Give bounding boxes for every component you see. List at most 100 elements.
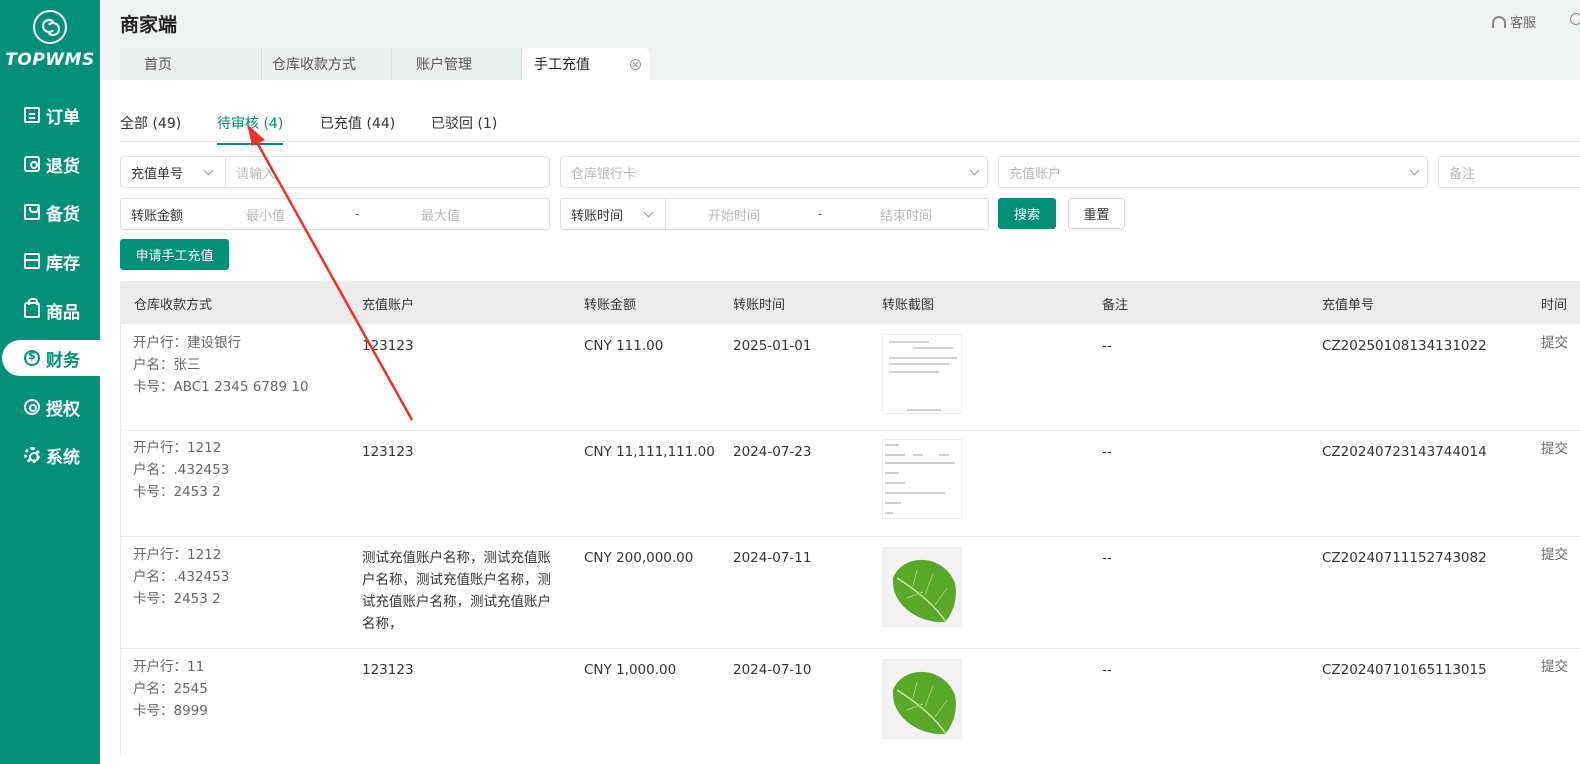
sidebar-item-orders[interactable]: 订单 bbox=[0, 97, 100, 133]
card-number: 卡号：ABC1 2345 6789 10 bbox=[133, 379, 309, 395]
tab-home[interactable]: 首页 bbox=[120, 48, 262, 80]
column-header: 备注 bbox=[1102, 298, 1129, 313]
sidebar-item-authorize[interactable]: 授权 bbox=[0, 389, 100, 425]
order-icon bbox=[24, 107, 40, 123]
max-amount-input[interactable]: 最大值 bbox=[421, 205, 460, 224]
account-holder: 户名：张三 bbox=[133, 357, 201, 373]
table-row: 开户行：建设银行 户名：张三 卡号：ABC1 2345 6789 10 1231… bbox=[121, 324, 1580, 431]
tab-warehouse-payment[interactable]: 仓库收款方式 bbox=[262, 48, 392, 80]
order-number: CZ20250108134131022 bbox=[1322, 338, 1487, 354]
goods-icon bbox=[24, 298, 40, 318]
transfer-date: 2024-07-10 bbox=[733, 662, 812, 678]
recharge-table: 仓库收款方式 充值账户 转账金额 转账时间 转账截图 备注 充值单号 时间 开户… bbox=[120, 281, 1580, 755]
min-amount-input[interactable]: 最小值 bbox=[246, 205, 285, 224]
inventory-icon bbox=[24, 253, 40, 269]
headset-icon bbox=[1492, 15, 1506, 28]
sidebar-item-inventory[interactable]: 库存 bbox=[0, 243, 100, 279]
remark-input[interactable]: 备注 bbox=[1438, 156, 1580, 188]
search-type-value: 充值单号 bbox=[131, 166, 184, 182]
time-status: 提交 bbox=[1541, 441, 1568, 457]
recharge-account: 123123 bbox=[362, 338, 414, 354]
settings-icon bbox=[24, 447, 40, 463]
logo: TOPWMS bbox=[0, 10, 100, 70]
time-type-select[interactable]: 转账时间 bbox=[560, 198, 666, 230]
tab-manual-recharge[interactable]: 手工充值 bbox=[522, 48, 650, 80]
recharge-account-select[interactable]: 充值账户 bbox=[998, 156, 1428, 188]
tab-label: 手工充值 bbox=[534, 57, 590, 73]
customer-service-link[interactable]: 客服 bbox=[1492, 12, 1536, 31]
sidebar-item-label: 商品 bbox=[46, 302, 80, 323]
transfer-screenshot-thumbnail[interactable] bbox=[882, 659, 962, 739]
start-date-input[interactable]: 开始时间 bbox=[708, 205, 760, 224]
bank-name: 开户行：1212 bbox=[133, 547, 222, 563]
amount-label: 转账金额 bbox=[131, 208, 184, 224]
account-holder: 户名：.432453 bbox=[133, 462, 230, 478]
sidebar-item-goods[interactable]: 商品 bbox=[0, 292, 100, 328]
sidebar-item-label: 系统 bbox=[46, 447, 80, 468]
close-icon[interactable] bbox=[630, 58, 641, 70]
date-range-picker[interactable]: 开始时间 - 结束时间 bbox=[665, 198, 989, 230]
table-header: 仓库收款方式 充值账户 转账金额 转账时间 转账截图 备注 充值单号 时间 bbox=[121, 281, 1580, 324]
transfer-amount: CNY 1,000.00 bbox=[584, 662, 677, 678]
card-number: 卡号：2453 2 bbox=[133, 591, 221, 607]
sidebar-item-returns[interactable]: 退货 bbox=[0, 146, 100, 182]
more-icon[interactable] bbox=[1570, 13, 1580, 25]
logo-icon bbox=[33, 10, 67, 44]
tab-pending-review[interactable]: 待审核 (4) bbox=[217, 113, 284, 145]
account-holder: 户名：2545 bbox=[133, 681, 208, 697]
transfer-screenshot-thumbnail[interactable] bbox=[882, 439, 962, 519]
leaf-icon bbox=[892, 671, 956, 735]
bank-name: 开户行：建设银行 bbox=[133, 335, 241, 351]
search-button[interactable]: 搜索 bbox=[998, 198, 1056, 229]
order-number: CZ20240723143744014 bbox=[1322, 444, 1487, 460]
recharge-account: 123123 bbox=[362, 662, 414, 678]
sidebar-item-system[interactable]: 系统 bbox=[0, 437, 100, 473]
tab-label: 账户管理 bbox=[416, 57, 472, 73]
account-placeholder: 充值账户 bbox=[1009, 166, 1062, 182]
sidebar-item-label: 备货 bbox=[46, 204, 80, 225]
table-row: 开户行：1212 户名：.432453 卡号：2453 2 123123 CNY… bbox=[121, 431, 1580, 537]
bank-name: 开户行：11 bbox=[133, 659, 205, 675]
transfer-screenshot-thumbnail[interactable] bbox=[882, 334, 962, 414]
tab-label: 首页 bbox=[144, 57, 172, 73]
chevron-down-icon bbox=[1409, 165, 1420, 176]
search-input[interactable]: 请输入 bbox=[225, 156, 550, 188]
remark-value: -- bbox=[1102, 444, 1112, 460]
sidebar-item-label: 订单 bbox=[46, 107, 80, 128]
page-title: 商家端 bbox=[120, 14, 178, 36]
stock-prep-icon bbox=[24, 204, 40, 220]
bank-card-placeholder: 仓库银行卡 bbox=[571, 166, 637, 182]
sidebar-item-stock-prep[interactable]: 备货 bbox=[0, 194, 100, 230]
sidebar-item-label: 退货 bbox=[46, 156, 80, 177]
transfer-amount: CNY 11,111,111.00 bbox=[584, 444, 715, 460]
card-number: 卡号：2453 2 bbox=[133, 484, 221, 500]
search-type-select[interactable]: 充值单号 bbox=[120, 156, 226, 188]
finance-icon bbox=[24, 349, 40, 366]
tab-label: 仓库收款方式 bbox=[272, 57, 356, 73]
transfer-screenshot-thumbnail[interactable] bbox=[882, 547, 962, 627]
account-holder: 户名：.432453 bbox=[133, 569, 230, 585]
column-header: 充值账户 bbox=[362, 298, 415, 313]
bank-card-select[interactable]: 仓库银行卡 bbox=[560, 156, 988, 188]
column-header: 仓库收款方式 bbox=[134, 298, 213, 313]
order-number: CZ20240710165113015 bbox=[1322, 662, 1487, 678]
bank-name: 开户行：1212 bbox=[133, 440, 222, 456]
tab-recharged[interactable]: 已充值 (44) bbox=[320, 113, 395, 143]
remark-value: -- bbox=[1102, 550, 1112, 566]
tab-all[interactable]: 全部 (49) bbox=[120, 113, 181, 143]
recharge-account: 123123 bbox=[362, 444, 414, 460]
range-separator: - bbox=[818, 206, 823, 222]
tab-rejected[interactable]: 已驳回 (1) bbox=[431, 113, 497, 143]
page-tabs: 首页 仓库收款方式 账户管理 手工充值 bbox=[120, 48, 650, 80]
reset-button[interactable]: 重置 bbox=[1068, 198, 1125, 229]
tab-account-management[interactable]: 账户管理 bbox=[392, 48, 522, 80]
chevron-down-icon bbox=[643, 207, 654, 218]
time-status: 提交 bbox=[1541, 659, 1568, 675]
time-type-value: 转账时间 bbox=[571, 208, 624, 224]
customer-service-label: 客服 bbox=[1510, 16, 1537, 31]
end-date-input[interactable]: 结束时间 bbox=[880, 205, 932, 224]
sidebar-item-finance[interactable]: 财务 bbox=[2, 340, 100, 376]
transfer-amount: CNY 111.00 bbox=[584, 338, 664, 354]
apply-manual-recharge-button[interactable]: 申请手工充值 bbox=[120, 239, 229, 270]
amount-range-field: 转账金额 最小值 - 最大值 bbox=[120, 198, 550, 230]
